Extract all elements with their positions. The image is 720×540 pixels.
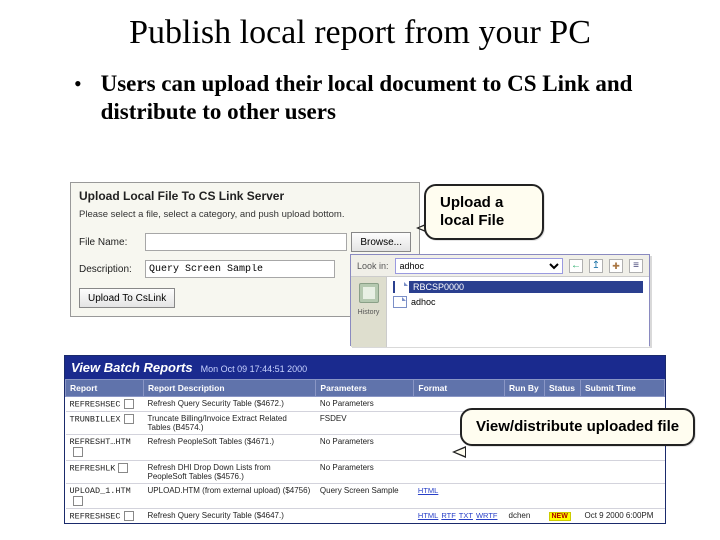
cell-runby: dchen [505, 508, 545, 523]
format-link[interactable]: WRTF [476, 511, 498, 520]
cell-params [316, 508, 414, 523]
file-name: adhoc [411, 297, 436, 307]
cell-format: HTMLRTF TXTWRTF [414, 508, 505, 523]
batch-title: View Batch Reports [71, 360, 193, 375]
col-desc: Report Description [144, 380, 316, 397]
cell-runby [505, 483, 545, 508]
upload-instruction: Please select a file, select a category,… [71, 205, 419, 228]
format-link[interactable]: RTF [441, 511, 455, 520]
cell-format: HTML [414, 483, 505, 508]
back-icon[interactable] [569, 259, 583, 273]
file-name-label: File Name: [79, 237, 141, 248]
format-link[interactable]: TXT [459, 511, 473, 520]
row-checkbox[interactable] [124, 511, 134, 521]
cell-desc: Refresh DHI Drop Down Lists from PeopleS… [144, 460, 316, 483]
chooser-places-bar: History [351, 277, 387, 347]
file-name-input[interactable] [145, 233, 347, 251]
cell-status [545, 483, 581, 508]
bullet-text: Users can upload their local document to… [101, 70, 672, 126]
cell-report: REFRESHSEC [66, 508, 144, 523]
cell-params: No Parameters [316, 460, 414, 483]
row-checkbox[interactable] [118, 463, 128, 473]
cell-desc: Refresh PeopleSoft Tables ($4671.) [144, 435, 316, 460]
row-checkbox[interactable] [73, 447, 83, 457]
description-label: Description: [79, 264, 141, 275]
chooser-file-list[interactable]: RBCSP0000 adhoc [387, 277, 649, 347]
row-checkbox[interactable] [73, 496, 83, 506]
callout-view-pointer [452, 446, 466, 458]
new-badge-icon: NEW [549, 512, 571, 521]
format-link[interactable]: HTML [418, 511, 438, 520]
file-chooser-dialog: Look in: adhoc History RBCSP0000 [350, 254, 650, 346]
cell-desc: Refresh Query Security Table ($4647.) [144, 508, 316, 523]
cell-report: REFRESHLK [66, 460, 144, 483]
format-link[interactable]: HTML [418, 486, 438, 495]
file-icon [395, 281, 409, 293]
history-place-label: History [358, 309, 380, 316]
table-row: REFRESHSECRefresh Query Security Table (… [66, 508, 665, 523]
cell-report: TRUNBILLEX [66, 412, 144, 435]
cell-params: FSDEV [316, 412, 414, 435]
cell-status [545, 460, 581, 483]
up-one-level-icon[interactable] [589, 259, 603, 273]
lookin-label: Look in: [357, 261, 389, 271]
file-item[interactable]: adhoc [393, 296, 643, 308]
row-checkbox[interactable] [124, 399, 134, 409]
col-report: Report [66, 380, 144, 397]
cell-time [581, 483, 665, 508]
views-icon[interactable] [629, 259, 643, 273]
lookin-select[interactable]: adhoc [395, 258, 563, 274]
cell-desc: UPLOAD.HTM (from external upload) ($4756… [144, 483, 316, 508]
cell-params: No Parameters [316, 435, 414, 460]
bullet-row: • Users can upload their local document … [0, 60, 720, 126]
cell-format [414, 460, 505, 483]
cell-report: REFRESHSEC [66, 397, 144, 412]
cell-report: UPLOAD_1.HTM [66, 483, 144, 508]
cell-params: No Parameters [316, 397, 414, 412]
description-input[interactable] [145, 260, 335, 278]
file-item[interactable]: RBCSP0000 [393, 281, 643, 293]
bullet-marker: • [74, 70, 101, 126]
col-runby: Run By [505, 380, 545, 397]
callout-view: View/distribute uploaded file [460, 408, 695, 446]
cell-status: NEW [545, 508, 581, 523]
cell-time [581, 460, 665, 483]
upload-submit-button[interactable]: Upload To CsLink [79, 288, 175, 308]
row-checkbox[interactable] [124, 414, 134, 424]
col-params: Parameters [316, 380, 414, 397]
file-icon [393, 296, 407, 308]
cell-desc: Refresh Query Security Table ($4672.) [144, 397, 316, 412]
browse-button[interactable]: Browse... [351, 232, 411, 252]
upload-heading: Upload Local File To CS Link Server [71, 183, 419, 205]
col-time: Submit Time [581, 380, 665, 397]
col-status: Status [545, 380, 581, 397]
callout-upload: Upload a local File [424, 184, 544, 240]
batch-table: Report Report Description Parameters For… [65, 379, 665, 523]
cell-params: Query Screen Sample [316, 483, 414, 508]
cell-report: REFRESHT…HTM [66, 435, 144, 460]
cell-runby [505, 460, 545, 483]
batch-timestamp: Mon Oct 09 17:44:51 2000 [201, 364, 308, 374]
cell-desc: Truncate Billing/Invoice Extract Related… [144, 412, 316, 435]
col-format: Format [414, 380, 505, 397]
slide-title: Publish local report from your PC [0, 0, 720, 60]
file-name: RBCSP0000 [413, 282, 464, 292]
table-row: UPLOAD_1.HTMUPLOAD.HTM (from external up… [66, 483, 665, 508]
cell-time: Oct 9 2000 6:00PM [581, 508, 665, 523]
new-folder-icon[interactable] [609, 259, 623, 273]
table-row: REFRESHLKRefresh DHI Drop Down Lists fro… [66, 460, 665, 483]
history-place-icon[interactable] [359, 283, 379, 303]
